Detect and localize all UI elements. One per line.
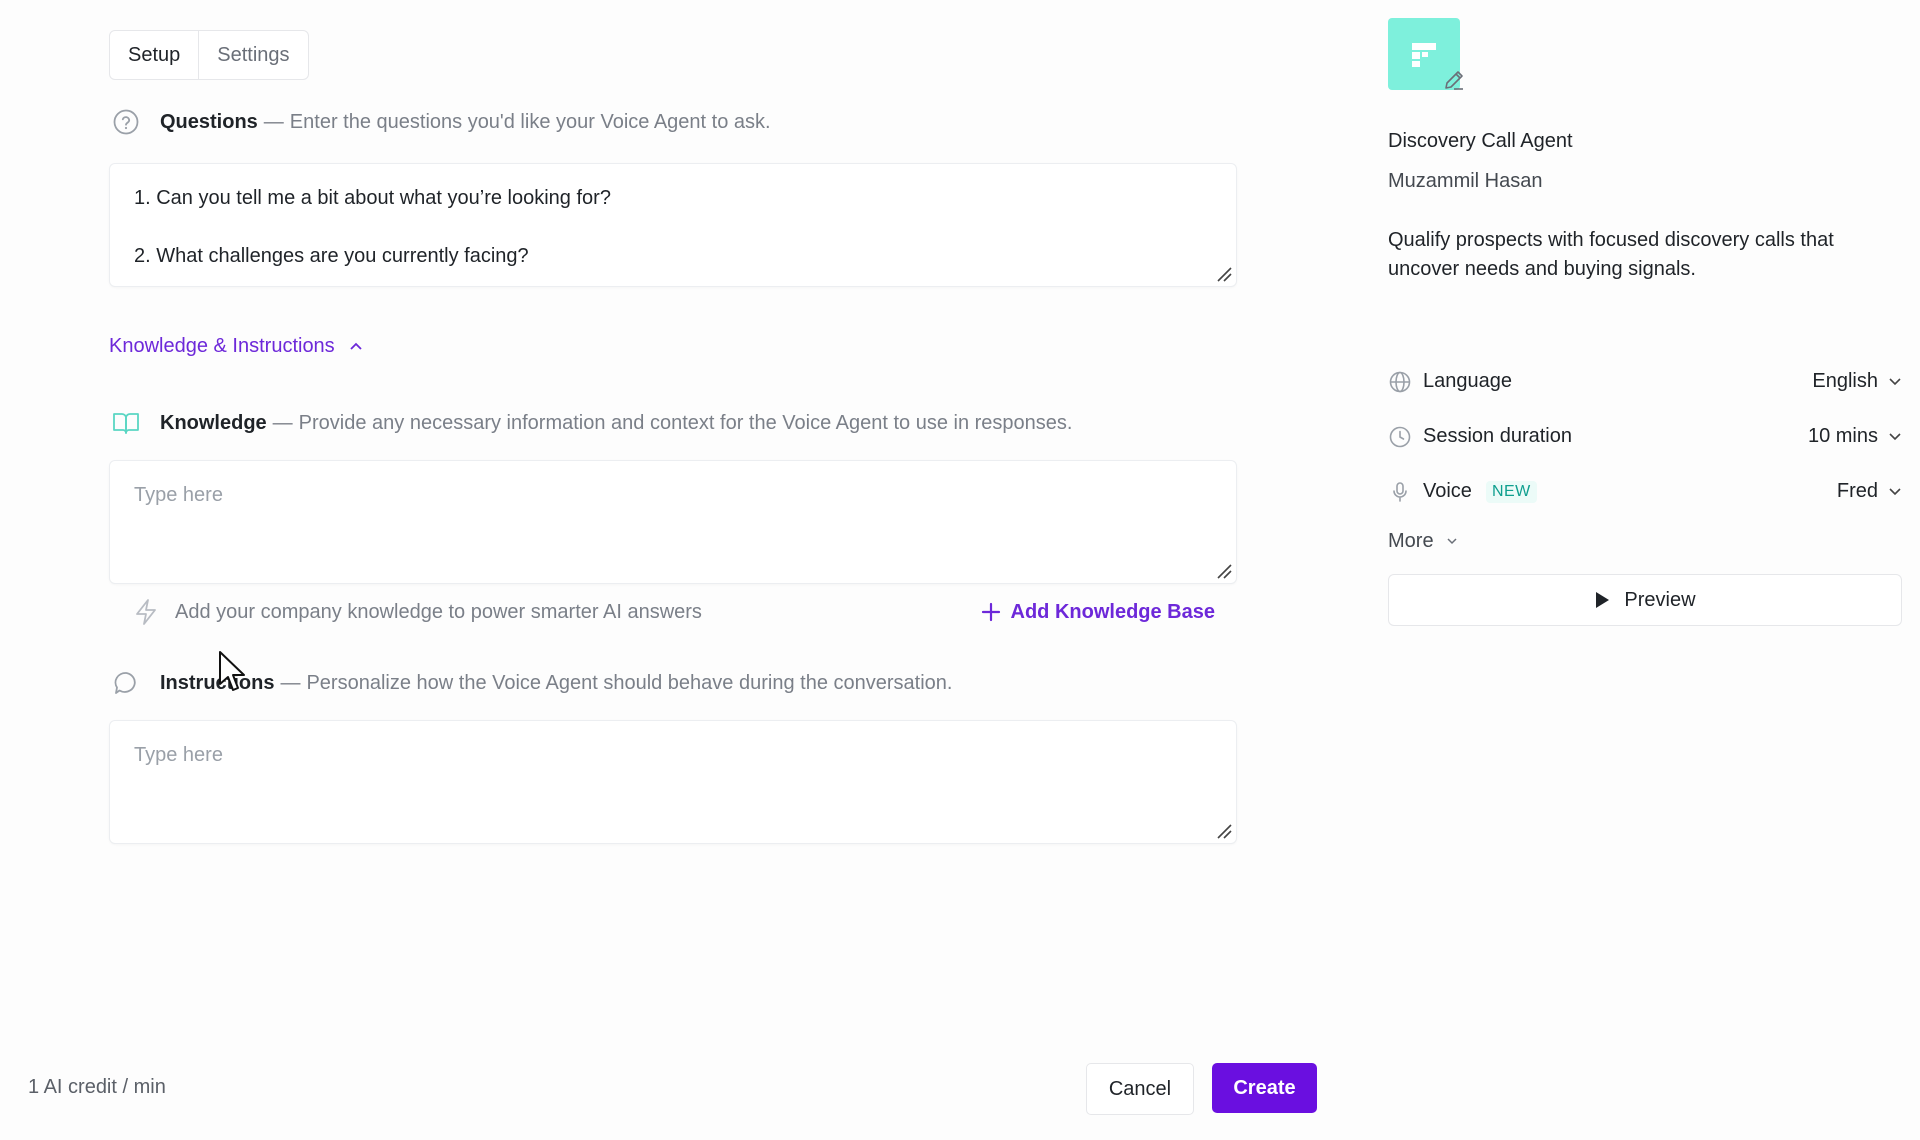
question-circle-icon [109, 105, 143, 139]
knowledge-hint-text: Add your company knowledge to power smar… [175, 600, 702, 623]
cancel-button[interactable]: Cancel [1086, 1063, 1194, 1115]
agent-brand-icon [1412, 43, 1436, 67]
agent-summary-panel: Discovery Call Agent Muzammil Hasan Qual… [1388, 18, 1902, 626]
resize-grip-icon[interactable] [1216, 823, 1232, 839]
agent-options: Language English Session duration 10 min… [1388, 354, 1902, 519]
preview-button[interactable]: Preview [1388, 574, 1902, 626]
page: Setup Settings Questions — Enter the que… [0, 0, 1920, 1140]
knowledge-textarea[interactable]: Type here [109, 460, 1237, 584]
chevron-down-icon [1447, 538, 1457, 545]
knowledge-dash: — [272, 411, 293, 434]
questions-description: Enter the questions you'd like your Voic… [289, 110, 771, 133]
microphone-icon [1388, 480, 1412, 504]
mouse-cursor-icon [219, 651, 245, 691]
session-duration-value: 10 mins [1807, 425, 1878, 447]
question-item: 1. Can you tell me a bit about what you’… [134, 187, 611, 209]
knowledge-hint: Add your company knowledge to power smar… [133, 598, 702, 626]
language-option: Language English [1388, 354, 1902, 409]
knowledge-placeholder: Type here [134, 484, 223, 506]
session-duration-select[interactable]: 10 mins [1808, 425, 1902, 448]
session-duration-option: Session duration 10 mins [1388, 409, 1902, 464]
add-knowledge-base-label: Add Knowledge Base [1010, 600, 1215, 623]
chevron-up-icon [350, 342, 362, 350]
language-label: Language [1423, 370, 1512, 392]
resize-grip-icon[interactable] [1216, 266, 1232, 282]
knowledge-instructions-label: Knowledge & Instructions [109, 334, 335, 357]
play-icon [1596, 592, 1610, 608]
voice-value: Fred [1836, 480, 1878, 502]
tab-setup[interactable]: Setup [110, 31, 200, 79]
knowledge-description: Provide any necessary information and co… [298, 411, 1073, 434]
language-select[interactable]: English [1812, 370, 1902, 393]
resize-grip-icon[interactable] [1216, 563, 1232, 579]
question-item: 2. What challenges are you currently fac… [134, 245, 529, 267]
questions-textarea[interactable]: 1. Can you tell me a bit about what you’… [109, 163, 1237, 287]
chevron-down-icon [1889, 487, 1901, 495]
add-knowledge-base-button[interactable]: Add Knowledge Base [981, 601, 1215, 624]
knowledge-instructions-toggle[interactable]: Knowledge & Instructions [109, 331, 1237, 361]
agent-logo[interactable] [1388, 18, 1463, 90]
agent-name: Discovery Call Agent [1388, 130, 1573, 152]
agent-description: Qualify prospects with focused discovery… [1388, 229, 1834, 280]
questions-dash: — [263, 110, 284, 133]
voice-select[interactable]: Fred [1837, 480, 1902, 503]
new-badge: NEW [1485, 480, 1537, 503]
instructions-dash: — [280, 671, 301, 694]
main-form: Setup Settings Questions — Enter the que… [109, 30, 1237, 844]
globe-icon [1388, 370, 1412, 394]
preview-label: Preview [1624, 588, 1696, 611]
lightning-icon [136, 599, 156, 625]
tab-bar: Setup Settings [109, 30, 309, 80]
clock-icon [1388, 425, 1412, 449]
more-options-toggle[interactable]: More [1388, 521, 1902, 561]
instructions-header: Instructions — Personalize how the Voice… [109, 666, 1237, 700]
instructions-placeholder: Type here [134, 744, 223, 766]
chevron-down-icon [1889, 432, 1901, 440]
ai-credit-info: 1 AI credit / min [28, 1076, 166, 1098]
chat-bubble-icon [109, 666, 143, 700]
more-label: More [1388, 529, 1434, 552]
question-spacer [134, 213, 1212, 242]
session-duration-label: Session duration [1423, 425, 1572, 447]
book-open-icon [109, 406, 143, 440]
plus-icon [981, 602, 1000, 622]
create-button[interactable]: Create [1212, 1063, 1317, 1113]
knowledge-title: Knowledge [160, 411, 267, 434]
questions-title: Questions [160, 110, 258, 133]
agent-owner: Muzammil Hasan [1388, 170, 1543, 192]
instructions-textarea[interactable]: Type here [109, 720, 1237, 844]
tab-settings[interactable]: Settings [199, 31, 307, 79]
chevron-down-icon [1889, 377, 1901, 385]
pencil-icon[interactable] [1442, 68, 1466, 92]
knowledge-base-row: Add your company knowledge to power smar… [109, 592, 1237, 632]
knowledge-header: Knowledge — Provide any necessary inform… [109, 406, 1237, 440]
language-value: English [1812, 370, 1878, 392]
instructions-description: Personalize how the Voice Agent should b… [306, 671, 953, 694]
voice-option: Voice NEW Fred [1388, 464, 1902, 519]
voice-label: Voice [1423, 480, 1472, 502]
questions-header: Questions — Enter the questions you'd li… [109, 105, 1237, 139]
